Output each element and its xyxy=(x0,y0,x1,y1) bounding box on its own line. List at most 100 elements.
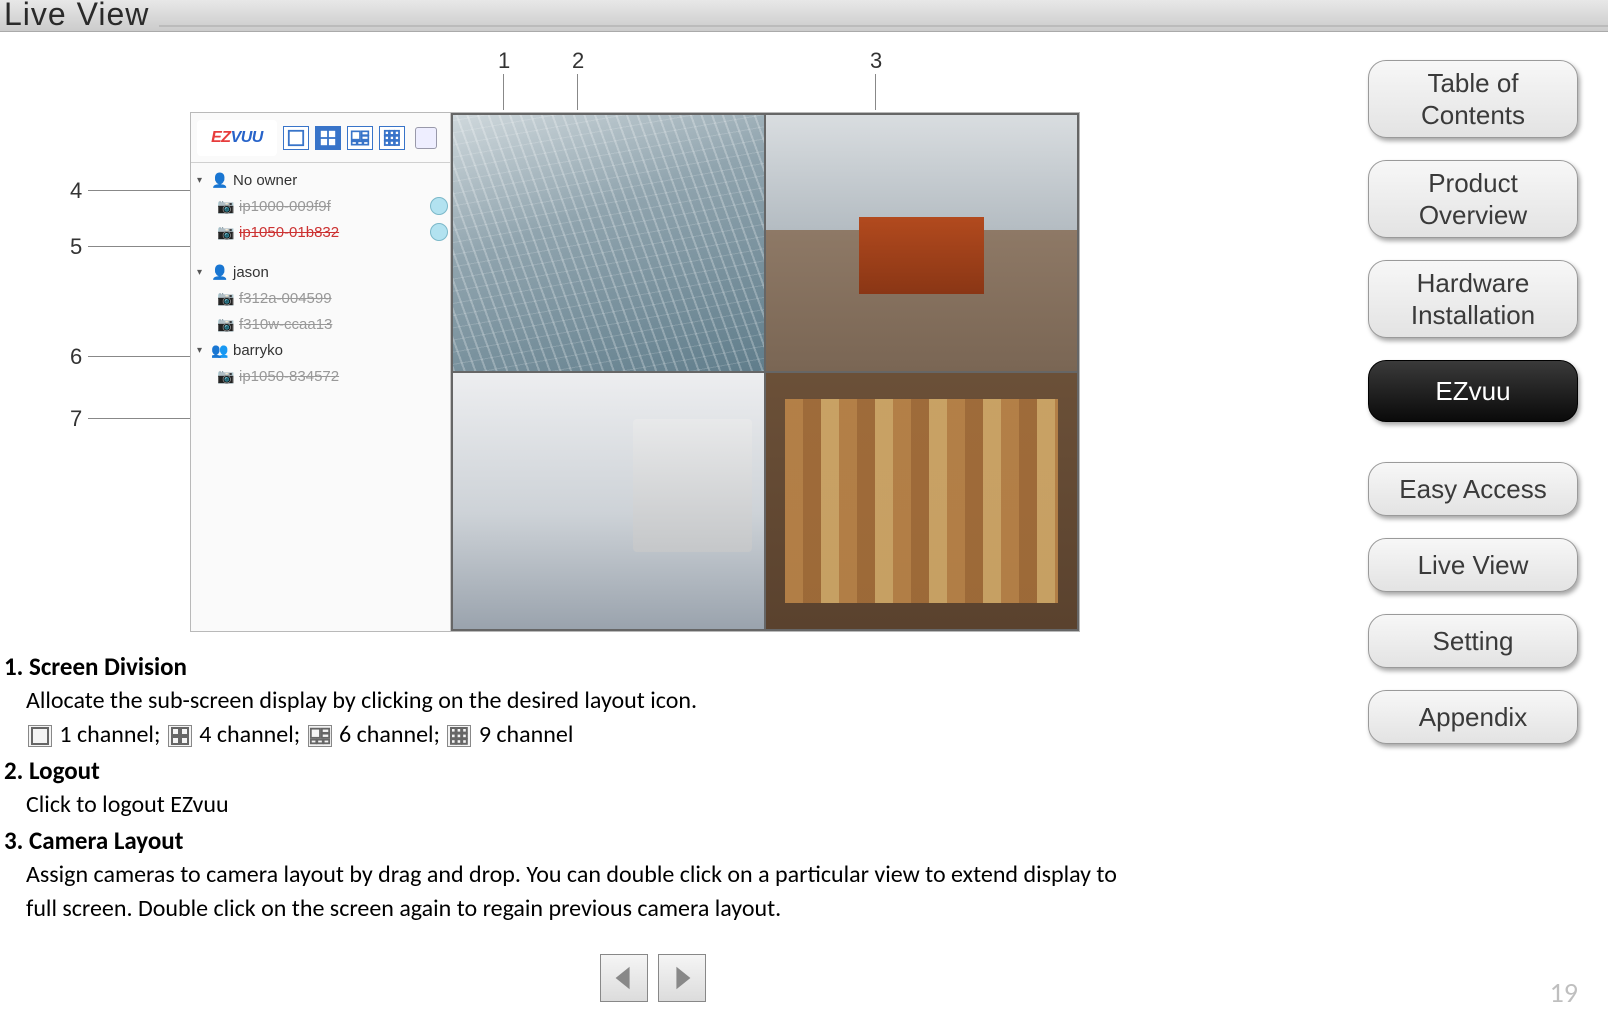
tree-camera[interactable]: 📷 ip1050-01b832 xyxy=(193,219,448,245)
tree-camera[interactable]: 📷 ip1000-009f9f xyxy=(193,193,448,219)
camera-tile[interactable] xyxy=(766,373,1077,629)
nav-label: Live View xyxy=(1418,550,1529,580)
layout-1ch-icon[interactable] xyxy=(283,126,309,150)
app-toolbar: EZVUU xyxy=(191,113,450,163)
callout-6: 6 xyxy=(70,344,82,370)
camera-layout-panel[interactable] xyxy=(451,113,1079,631)
camera-tile[interactable] xyxy=(766,115,1077,371)
title-bar: Live View xyxy=(0,0,1608,32)
tree-camera[interactable]: 📷 f310w-ccaa13 xyxy=(193,311,448,337)
callout-2: 2 xyxy=(572,48,584,74)
nav-product-overview-button[interactable]: ProductOverview xyxy=(1368,160,1578,238)
camera-label: ip1050-01b832 xyxy=(239,224,424,241)
camera-label: ip1000-009f9f xyxy=(239,198,424,215)
users-icon: 👥 xyxy=(211,341,229,359)
ch4-text: 4 channel; xyxy=(194,720,306,749)
nav-label: Easy Access xyxy=(1399,474,1546,504)
logo-ez: EZ xyxy=(211,129,230,147)
camera-icon: 📷 xyxy=(217,289,235,307)
desc-h1: 1. Screen Division xyxy=(4,650,1134,684)
layout-4ch-icon[interactable] xyxy=(315,126,341,150)
ch9-text: 9 channel xyxy=(473,720,573,749)
arrow-left-icon xyxy=(610,964,638,992)
ch6-text: 6 channel; xyxy=(334,720,446,749)
group-label: jason xyxy=(233,264,448,281)
callout-4: 4 xyxy=(70,178,82,204)
layout-6ch-icon xyxy=(308,725,332,747)
desc-p2: Click to logout EZvuu xyxy=(26,788,1134,822)
desc-h3: 3. Camera Layout xyxy=(4,824,1134,858)
layout-9ch-icon[interactable] xyxy=(379,126,405,150)
nav-label: Appendix xyxy=(1419,702,1527,732)
camera-icon: 📷 xyxy=(217,197,235,215)
group-label: barryko xyxy=(233,342,448,359)
app-sidebar: EZVUU ▾ 👤 No owner 📷 ip1000-009f9f xyxy=(191,113,451,631)
callout-3-line xyxy=(875,74,876,110)
callout-1: 1 xyxy=(498,48,510,74)
callout-3: 3 xyxy=(870,48,882,74)
tree-camera[interactable]: 📷 ip1050-834572 xyxy=(193,363,448,389)
user-icon: 👤 xyxy=(211,263,229,281)
next-page-button[interactable] xyxy=(658,954,706,1002)
nav-label: HardwareInstallation xyxy=(1411,268,1535,330)
callout-7: 7 xyxy=(70,406,82,432)
expand-icon[interactable]: ▾ xyxy=(197,345,207,356)
tree-group-noowner[interactable]: ▾ 👤 No owner xyxy=(193,167,448,193)
action-circle-icon[interactable] xyxy=(430,223,448,241)
layout-9ch-icon xyxy=(447,725,471,747)
camera-label: f310w-ccaa13 xyxy=(239,316,448,333)
page-nav xyxy=(600,954,706,1002)
prev-page-button[interactable] xyxy=(600,954,648,1002)
figure-area: 1 2 3 4 5 6 7 EZVUU ▾ 👤 xyxy=(70,48,1110,638)
nav-setting-button[interactable]: Setting xyxy=(1368,614,1578,668)
app-window: EZVUU ▾ 👤 No owner 📷 ip1000-009f9f xyxy=(190,112,1080,632)
title-rule xyxy=(159,25,1608,27)
logo-vuu: VUU xyxy=(231,129,263,147)
nav-appendix-button[interactable]: Appendix xyxy=(1368,690,1578,744)
nav-label: Setting xyxy=(1433,626,1514,656)
desc-channels: 1 channel; 4 channel; 6 channel; 9 chann… xyxy=(26,718,1134,752)
camera-tree: ▾ 👤 No owner 📷 ip1000-009f9f 📷 ip1050-01… xyxy=(191,163,450,393)
tree-camera[interactable]: 📷 f312a-004599 xyxy=(193,285,448,311)
logout-icon[interactable] xyxy=(415,127,437,149)
camera-tile[interactable] xyxy=(453,373,764,629)
callout-1-line xyxy=(503,74,504,110)
layout-6ch-icon[interactable] xyxy=(347,126,373,150)
camera-icon: 📷 xyxy=(217,367,235,385)
nav-toc-button[interactable]: Table ofContents xyxy=(1368,60,1578,138)
ch1-text: 1 channel; xyxy=(54,720,166,749)
callout-4-line xyxy=(88,190,198,191)
layout-1ch-icon xyxy=(28,725,52,747)
group-label: No owner xyxy=(233,172,448,189)
callout-2-line xyxy=(577,74,578,110)
side-nav: Table ofContents ProductOverview Hardwar… xyxy=(1368,60,1578,744)
nav-label: ProductOverview xyxy=(1419,168,1527,230)
camera-tile[interactable] xyxy=(453,115,764,371)
callout-7-line xyxy=(88,418,198,419)
page-number: 19 xyxy=(1550,975,1578,1010)
nav-hardware-install-button[interactable]: HardwareInstallation xyxy=(1368,260,1578,338)
tree-group-jason[interactable]: ▾ 👤 jason xyxy=(193,259,448,285)
description-text: 1. Screen Division Allocate the sub-scre… xyxy=(4,648,1134,926)
action-circle-icon[interactable] xyxy=(430,197,448,215)
camera-icon: 📷 xyxy=(217,223,235,241)
callout-5: 5 xyxy=(70,234,82,260)
nav-ezvuu-button[interactable]: EZvuu xyxy=(1368,360,1578,422)
desc-p1: Allocate the sub-screen display by click… xyxy=(26,684,1134,718)
callout-5-line xyxy=(88,246,198,247)
layout-4ch-icon xyxy=(168,725,192,747)
desc-h2: 2. Logout xyxy=(4,754,1134,788)
camera-icon: 📷 xyxy=(217,315,235,333)
user-icon: 👤 xyxy=(211,171,229,189)
nav-label: Table ofContents xyxy=(1421,68,1525,130)
nav-easy-access-button[interactable]: Easy Access xyxy=(1368,462,1578,516)
expand-icon[interactable]: ▾ xyxy=(197,175,207,186)
expand-icon[interactable]: ▾ xyxy=(197,267,207,278)
arrow-right-icon xyxy=(668,964,696,992)
app-logo: EZVUU xyxy=(197,120,277,156)
nav-live-view-button[interactable]: Live View xyxy=(1368,538,1578,592)
page-title: Live View xyxy=(4,0,149,31)
nav-label: EZvuu xyxy=(1435,376,1510,406)
desc-p3: Assign cameras to camera layout by drag … xyxy=(26,858,1134,926)
tree-group-barryko[interactable]: ▾ 👥 barryko xyxy=(193,337,448,363)
